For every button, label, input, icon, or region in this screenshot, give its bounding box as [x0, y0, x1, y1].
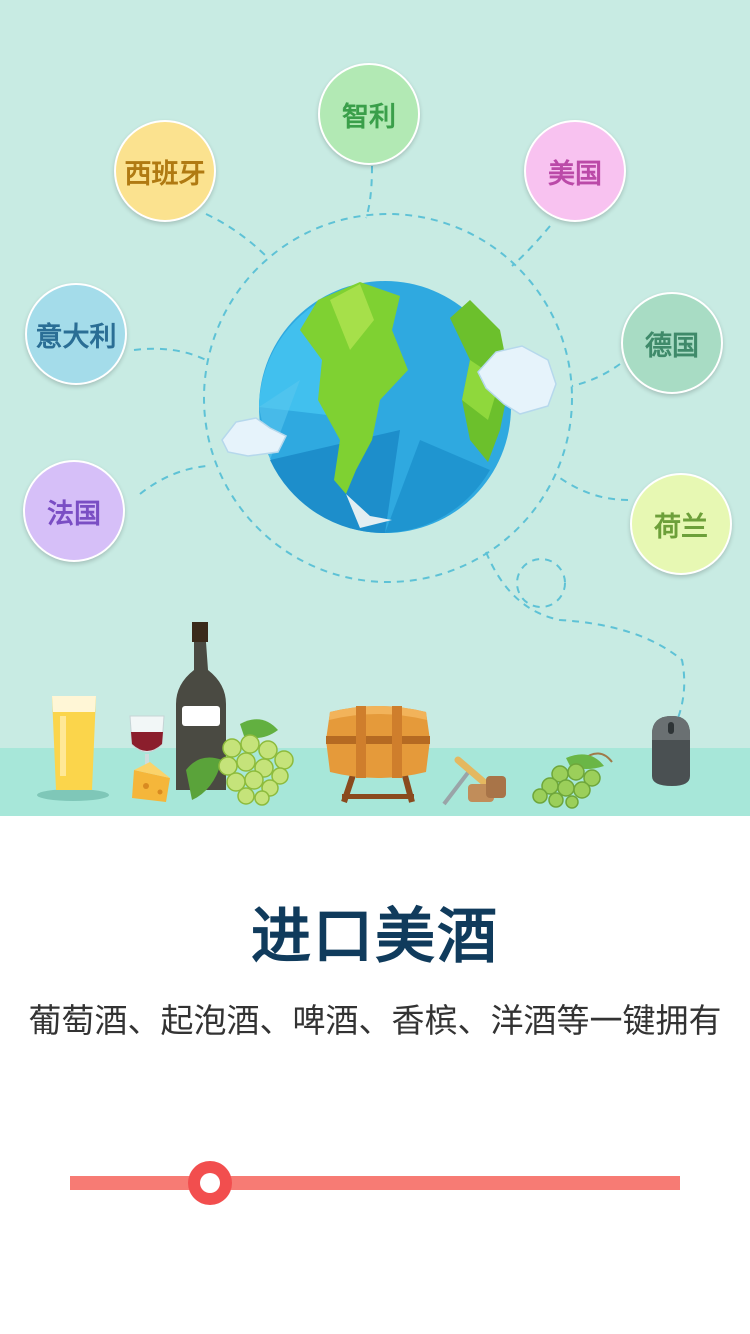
- country-bubble-spain[interactable]: 西班牙: [114, 120, 216, 222]
- page-title: 进口美酒: [251, 902, 499, 972]
- grapes-icon: [532, 752, 613, 809]
- page-subtitle: 葡萄酒、起泡酒、啤酒、香槟、洋酒等一键拥有: [28, 1001, 722, 1040]
- country-label-usa: 美国: [548, 158, 602, 190]
- country-bubble-germany[interactable]: 德国: [621, 292, 723, 394]
- mouse-icon: [652, 716, 690, 786]
- country-bubble-chile[interactable]: 智利: [318, 63, 420, 165]
- country-label-italy: 意大利: [35, 321, 117, 353]
- slider-track[interactable]: [70, 1176, 680, 1190]
- globe-icon: [259, 281, 511, 534]
- country-label-netherlands: 荷兰: [654, 511, 708, 543]
- country-label-germany: 德国: [645, 330, 699, 362]
- country-label-chile: 智利: [342, 101, 396, 133]
- barrel-icon: [326, 706, 430, 803]
- country-bubble-usa[interactable]: 美国: [524, 120, 626, 222]
- cheese-icon: [132, 762, 170, 802]
- country-label-spain: 西班牙: [124, 158, 206, 190]
- country-bubble-france[interactable]: 法国: [23, 460, 125, 562]
- slider-knob[interactable]: [188, 1161, 233, 1205]
- beer-glass-icon: [37, 696, 109, 801]
- country-bubble-netherlands[interactable]: 荷兰: [630, 473, 732, 575]
- country-bubble-italy[interactable]: 意大利: [25, 283, 127, 385]
- slider-knob-center: [200, 1173, 221, 1193]
- hero-illustration: 西班牙 智利 美国 意大利 德国 法国 荷兰: [0, 0, 750, 816]
- country-label-france: 法国: [47, 498, 101, 530]
- corkscrew-icon: [442, 756, 506, 806]
